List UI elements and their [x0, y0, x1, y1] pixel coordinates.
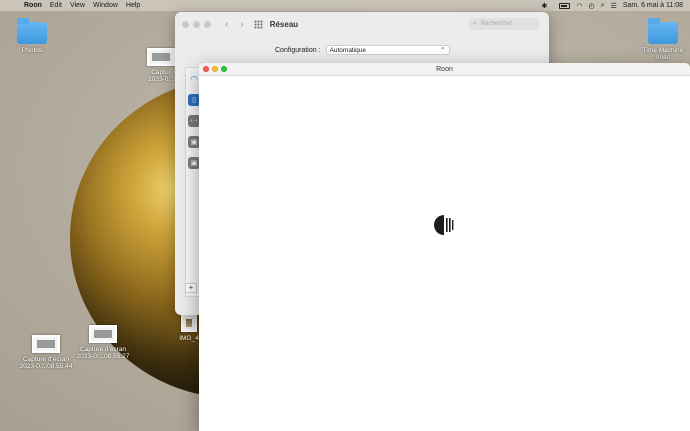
desktop-icon-label: 2023-0....08.55.27: [76, 353, 130, 360]
forward-arrow-icon[interactable]: ›: [240, 19, 243, 30]
control-center-icon[interactable]: ☰: [611, 2, 617, 10]
battery-icon[interactable]: [553, 2, 571, 9]
show-all-grid-icon[interactable]: [253, 19, 263, 29]
desktop-icon-img[interactable]: IMG_4: [178, 314, 200, 342]
window-titlebar: Roon: [199, 63, 690, 76]
desktop-icon-label: 2023-0...: [148, 76, 174, 83]
desktop-icon-capture-mid[interactable]: Capture d'écran 2023-0....08.55.27: [72, 325, 134, 360]
window-title: Réseau: [269, 19, 299, 29]
configuration-label: Configuration :: [275, 46, 321, 54]
search-icon: ⌕: [473, 20, 477, 27]
folder-icon: [648, 18, 678, 44]
window-toolbar: ‹ › Réseau ⌕ Rechercher: [175, 12, 549, 36]
roon-window: Roon: [199, 63, 690, 431]
select-chevron-icon: ⌃: [440, 47, 446, 54]
menu-window[interactable]: Window: [93, 2, 118, 9]
desktop-icon-photos[interactable]: Photos: [14, 18, 50, 54]
desktop-icon-time-machine[interactable]: Time Machine imac: [638, 18, 688, 61]
spotlight-search-icon[interactable]: ⌕: [601, 2, 605, 10]
add-service-button[interactable]: +: [185, 283, 197, 293]
zoom-button[interactable]: [204, 20, 211, 28]
wifi-icon[interactable]: ◠: [576, 2, 582, 10]
desktop-icon-label: Photos: [21, 47, 43, 54]
configuration-row: Configuration : Automatique ⌃: [275, 45, 450, 55]
back-arrow-icon[interactable]: ‹: [225, 19, 228, 30]
photo-thumbnail-icon: [181, 314, 197, 332]
desktop-icon-label: Capture d'écran: [79, 346, 127, 353]
time-machine-icon[interactable]: ◴: [589, 2, 595, 10]
desktop-icon-label: Time Machine: [642, 47, 684, 54]
status-area: ✱ ◠ ◴ ⌕ ☰ Sam. 6 mai à 11:08: [536, 0, 683, 11]
desktop-icon-label: 2023-0....08.55.44: [19, 363, 73, 370]
desktop-icon-capture-top[interactable]: Captur 2023-0...: [144, 48, 178, 83]
roon-logo-icon: [434, 215, 454, 235]
bluetooth-icon[interactable]: ✱: [542, 2, 548, 10]
screenshot-thumbnail-icon: [147, 48, 175, 66]
desktop-icon-capture-left[interactable]: Capture d'écran 2023-0....08.55.44: [14, 335, 78, 370]
window-title: Roon: [436, 65, 453, 73]
folder-icon: [17, 18, 47, 44]
menu-clock[interactable]: Sam. 6 mai à 11:08: [623, 2, 683, 9]
menu-help[interactable]: Help: [126, 2, 140, 9]
desktop-icon-label: IMG_4: [179, 335, 199, 342]
search-placeholder: Rechercher: [480, 21, 512, 27]
desktop-icon-label: Captur: [151, 69, 171, 76]
menu-edit[interactable]: Edit: [50, 2, 62, 9]
desktop-icon-label: imac: [656, 54, 670, 61]
screenshot-thumbnail-icon: [89, 325, 117, 343]
search-field[interactable]: ⌕ Rechercher: [469, 18, 539, 30]
screenshot-thumbnail-icon: [32, 335, 60, 353]
configuration-value: Automatique: [329, 46, 367, 54]
window-controls: [182, 20, 211, 28]
close-button[interactable]: [182, 20, 189, 28]
navigation-arrows: ‹ ›: [225, 19, 244, 30]
menu-app-roon[interactable]: Roon: [24, 2, 42, 9]
minimize-button[interactable]: [193, 20, 200, 28]
menu-bar: Roon Edit View Window Help ✱ ◠ ◴ ⌕ ☰ Sam…: [0, 0, 690, 11]
configuration-select[interactable]: Automatique ⌃: [325, 45, 450, 55]
desktop-icon-label: Capture d'écran: [22, 356, 70, 363]
menu-view[interactable]: View: [70, 2, 85, 9]
